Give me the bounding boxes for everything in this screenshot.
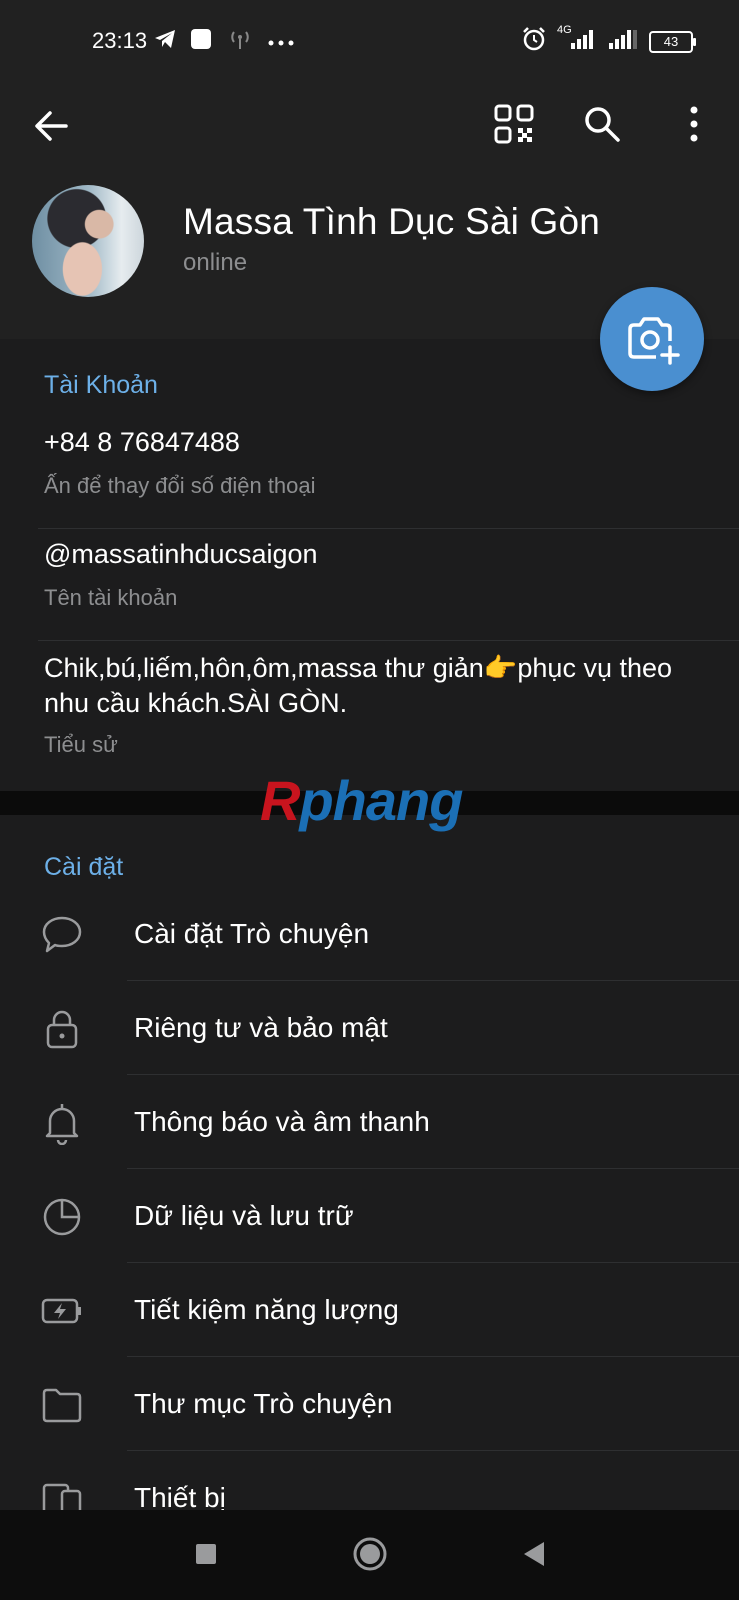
settings-section-title: Cài đặt [44, 853, 124, 881]
folder-icon [42, 1388, 82, 1423]
more-dots-icon [268, 33, 294, 51]
account-section-title: Tài Khoản [44, 371, 158, 399]
profile-status: online [183, 249, 248, 276]
nav-back-button[interactable] [512, 1532, 556, 1576]
devices-icon [42, 1483, 82, 1510]
chat-bubble-icon [42, 916, 82, 953]
settings-item-privacy[interactable]: Riêng tư và bảo mật [0, 981, 739, 1075]
telegram-icon [154, 29, 176, 54]
divider [38, 640, 739, 641]
set-photo-button[interactable] [600, 287, 704, 391]
watermark: Rphang [260, 769, 463, 832]
signal-icon [607, 28, 639, 55]
battery-bolt-icon [41, 1298, 81, 1324]
settings-item-label: Riêng tư và bảo mật [134, 1012, 388, 1043]
recent-apps-button[interactable] [184, 1532, 228, 1576]
back-button[interactable] [30, 104, 74, 148]
bio-hint: Tiểu sử [44, 732, 118, 757]
more-vertical-icon [690, 106, 698, 142]
qr-code-icon [494, 104, 534, 144]
system-nav-bar [0, 1510, 739, 1600]
back-arrow-icon [35, 111, 68, 141]
settings-item-label: Tiết kiệm năng lượng [134, 1294, 399, 1325]
battery-icon: 43 [649, 30, 696, 53]
divider [38, 528, 739, 529]
phone-number: +84 8 76847488 [44, 427, 240, 457]
settings-item-label: Thiết bị [134, 1482, 226, 1510]
avatar[interactable] [32, 185, 144, 297]
settings-item-label: Dữ liệu và lưu trữ [134, 1200, 354, 1231]
settings-item-label: Cài đặt Trò chuyện [134, 918, 370, 949]
hotspot-icon [226, 28, 254, 55]
app-icon [190, 28, 212, 55]
phone-hint: Ấn để thay đổi số điện thoại [44, 473, 316, 498]
settings-section: Cài đặt Cài đặt Trò chuyện Riêng tư và b… [0, 815, 739, 1510]
username: @massatinhducsaigon [44, 539, 318, 569]
recent-apps-icon [196, 1544, 216, 1564]
status-time: 23:13 [92, 28, 148, 53]
search-icon [585, 107, 620, 142]
bio-text: Chik,bú,liếm,hôn,ôm,massa thư giản👉phục … [44, 653, 673, 718]
add-photo-icon [628, 317, 680, 365]
profile-name: Massa Tình Dục Sài Gòn [183, 201, 601, 242]
settings-item-label: Thông báo và âm thanh [134, 1106, 430, 1137]
settings-item-folders[interactable]: Thư mục Trò chuyện [0, 1357, 739, 1451]
settings-item-power-saving[interactable]: Tiết kiệm năng lượng [0, 1263, 739, 1357]
settings-item-label: Thư mục Trò chuyện [134, 1388, 393, 1419]
qr-code-button[interactable] [492, 102, 536, 146]
pie-chart-icon [43, 1198, 81, 1236]
alarm-icon [521, 26, 547, 57]
bell-icon [45, 1104, 79, 1145]
status-bar: 23:13 4G 43 [0, 0, 739, 84]
lock-icon [46, 1010, 78, 1049]
signal-icon: 4G [557, 24, 597, 55]
username-hint: Tên tài khoản [44, 585, 178, 610]
home-button[interactable] [348, 1532, 392, 1576]
settings-item-notifications[interactable]: Thông báo và âm thanh [0, 1075, 739, 1169]
home-icon [353, 1537, 387, 1571]
account-section: Tài Khoản +84 8 76847488 Ấn để thay đổi … [0, 339, 739, 791]
settings-item-data[interactable]: Dữ liệu và lưu trữ [0, 1169, 739, 1263]
more-options-button[interactable] [674, 102, 714, 146]
search-button[interactable] [580, 102, 624, 146]
back-icon [524, 1542, 544, 1566]
settings-item-devices[interactable]: Thiết bị [0, 1451, 739, 1510]
settings-item-chat[interactable]: Cài đặt Trò chuyện [0, 887, 739, 981]
